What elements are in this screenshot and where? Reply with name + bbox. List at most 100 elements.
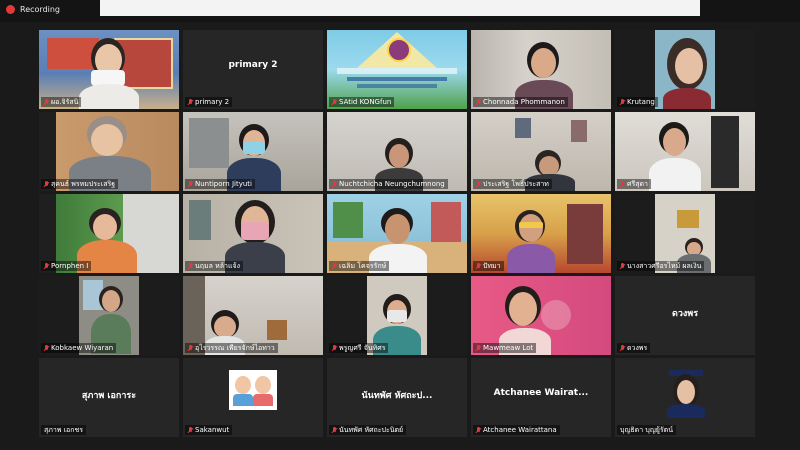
participant-display-name: primary 2	[228, 60, 278, 70]
participant-name: สุคนธ์ พรหมประเสริฐ	[51, 180, 116, 188]
participant-label: นันทพัศ หัศถะปะนิตย์	[329, 425, 407, 435]
participant-label: Nuntiporn Jityuti	[185, 179, 255, 189]
participant-label: พรูญศรี จันทิศร	[329, 343, 389, 353]
participant-name: Pornphen I	[51, 262, 89, 270]
participant-label: สุคนธ์ พรหมประเสริฐ	[41, 179, 119, 189]
participant-name: SAtid KONGfun	[339, 98, 392, 106]
participant-name: Nuchtchicha Neungchumnong	[339, 180, 445, 188]
mic-muted-icon	[44, 98, 49, 106]
participant-name: ผอ.จิรัสนิ	[51, 98, 79, 106]
participant-tile[interactable]: บุญธิดา บุญยู้รัตน์	[615, 358, 755, 437]
participant-name: Mawmeaw Lot	[483, 344, 534, 352]
participant-tile[interactable]: Nuchtchicha Neungchumnong	[327, 112, 467, 191]
recording-indicator[interactable]: Recording	[6, 5, 60, 14]
participant-name: ประเสริฐ โพธิ์ประสาท	[483, 180, 549, 188]
participant-tile[interactable]: Kobkaew Wiyaran	[39, 276, 179, 355]
participant-label: Nuchtchicha Neungchumnong	[329, 179, 448, 189]
mic-muted-icon	[188, 98, 193, 106]
mic-muted-icon	[44, 344, 49, 352]
participant-tile[interactable]: สุภาพ เอการะ สุภาพ เอกชร	[39, 358, 179, 437]
participant-tile[interactable]: Chonnada Phommanon	[471, 30, 611, 109]
participant-tile[interactable]: ดวงพร ดวงพร	[615, 276, 755, 355]
mic-muted-icon	[332, 344, 337, 352]
participant-name: primary 2	[195, 98, 230, 106]
participant-name: นันทพัศ หัศถะปะนิตย์	[339, 426, 404, 434]
participant-name: Krutang	[627, 98, 655, 106]
mic-muted-icon	[620, 262, 625, 270]
participant-label: นฤมล หล้าแจ้ง	[185, 261, 244, 271]
participant-name: สุภาพ เอกชร	[44, 426, 84, 434]
mic-muted-icon	[476, 98, 481, 106]
participant-label: Chonnada Phommanon	[473, 97, 568, 107]
participant-display-name: Atchanee Wairat...	[493, 388, 589, 398]
participant-label: primary 2	[185, 97, 233, 107]
participant-name: Chonnada Phommanon	[483, 98, 565, 106]
participant-name: ดวงพร	[627, 344, 648, 352]
participant-tile[interactable]: นฤมล หล้าแจ้ง	[183, 194, 323, 273]
participant-label: Krutang	[617, 97, 658, 107]
participant-tile[interactable]: Mawmeaw Lot	[471, 276, 611, 355]
mic-muted-icon	[332, 426, 337, 434]
participant-tile[interactable]: อุไรวรรณ เพียรจักษ์ไอทาว	[183, 276, 323, 355]
participant-tile[interactable]: ประเสริฐ โพธิ์ประสาท	[471, 112, 611, 191]
participant-tile[interactable]: เฉลิม โคจรรักษ์	[327, 194, 467, 273]
participant-label: ปัทมา	[473, 261, 504, 271]
participant-label: ศรีสุดา	[617, 179, 651, 189]
mic-muted-icon	[476, 426, 481, 434]
participant-tile[interactable]: Pornphen I	[39, 194, 179, 273]
participant-tile[interactable]: นางสาวศรีอรไหม้ ผลเงิน	[615, 194, 755, 273]
participant-label: Mawmeaw Lot	[473, 343, 537, 353]
participant-label: SAtid KONGfun	[329, 97, 395, 107]
recording-icon	[6, 5, 15, 14]
mic-muted-icon	[620, 344, 625, 352]
participant-label: Atchanee Wairattana	[473, 425, 560, 435]
participant-name: นฤมล หล้าแจ้ง	[195, 262, 241, 270]
participant-label: Sakanwut	[185, 425, 233, 435]
mic-muted-icon	[44, 180, 49, 188]
participant-label: ผอ.จิรัสนิ	[41, 97, 82, 107]
mic-muted-icon	[476, 180, 481, 188]
participant-tile[interactable]: Nuntiporn Jityuti	[183, 112, 323, 191]
mic-muted-icon	[188, 344, 193, 352]
participant-tile[interactable]: primary 2 primary 2	[183, 30, 323, 109]
participant-tile[interactable]: พรูญศรี จันทิศร	[327, 276, 467, 355]
participant-label: Kobkaew Wiyaran	[41, 343, 117, 353]
participant-display-name: ดวงพร	[671, 309, 699, 319]
mic-muted-icon	[620, 98, 625, 106]
participant-name: Sakanwut	[195, 426, 230, 434]
mic-muted-icon	[44, 262, 49, 270]
top-bar: Recording	[0, 0, 800, 22]
gallery-grid: ผอ.จิรัสนิ primary 2 primary 2 SAtid KON…	[39, 30, 755, 438]
mic-muted-icon	[188, 262, 193, 270]
participant-tile[interactable]: SAtid KONGfun	[327, 30, 467, 109]
participant-name: บุญธิดา บุญยู้รัตน์	[620, 426, 673, 434]
participant-tile[interactable]: สุคนธ์ พรหมประเสริฐ	[39, 112, 179, 191]
mic-muted-icon	[476, 262, 481, 270]
participant-display-name: นันทพัศ หัศถะป...	[361, 391, 433, 401]
participant-name: Atchanee Wairattana	[483, 426, 557, 434]
participant-name: Nuntiporn Jityuti	[195, 180, 252, 188]
participant-name: ปัทมา	[483, 262, 501, 270]
participant-label: ดวงพร	[617, 343, 651, 353]
participant-name: นางสาวศรีอรไหม้ ผลเงิน	[627, 262, 702, 270]
mic-muted-icon	[188, 180, 193, 188]
participant-label: อุไรวรรณ เพียรจักษ์ไอทาว	[185, 343, 278, 353]
participant-display-name: สุภาพ เอการะ	[81, 391, 137, 401]
participant-tile[interactable]: Krutang	[615, 30, 755, 109]
participant-label: บุญธิดา บุญยู้รัตน์	[617, 425, 676, 435]
participant-tile[interactable]: ศรีสุดา	[615, 112, 755, 191]
participant-name: ศรีสุดา	[627, 180, 648, 188]
participant-tile[interactable]: ปัทมา	[471, 194, 611, 273]
participant-tile[interactable]: Atchanee Wairat... Atchanee Wairattana	[471, 358, 611, 437]
screen-share-banner	[100, 0, 700, 16]
mic-muted-icon	[332, 180, 337, 188]
participant-label: สุภาพ เอกชร	[41, 425, 87, 435]
participant-label: นางสาวศรีอรไหม้ ผลเงิน	[617, 261, 705, 271]
participant-name: เฉลิม โคจรรักษ์	[339, 262, 387, 270]
participant-tile[interactable]: นันทพัศ หัศถะป... นันทพัศ หัศถะปะนิตย์	[327, 358, 467, 437]
participant-tile[interactable]: ผอ.จิรัสนิ	[39, 30, 179, 109]
participant-tile[interactable]: Sakanwut	[183, 358, 323, 437]
participant-name: Kobkaew Wiyaran	[51, 344, 114, 352]
participant-label: เฉลิม โคจรรักษ์	[329, 261, 390, 271]
mic-muted-icon	[188, 426, 193, 434]
